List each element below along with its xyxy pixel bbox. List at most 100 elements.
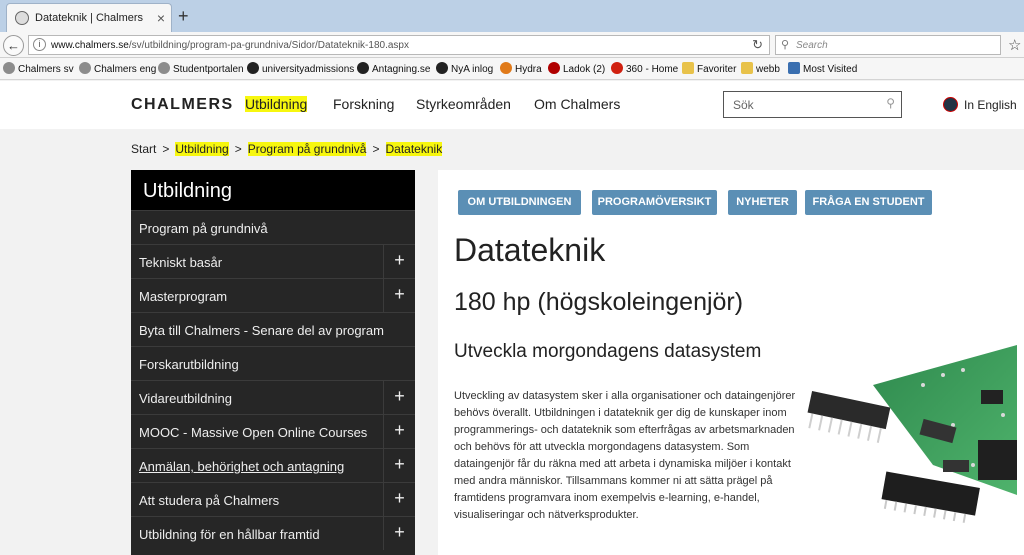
bookmark-icon	[158, 62, 170, 74]
folder-icon	[741, 62, 753, 74]
language-label: In English	[964, 98, 1017, 112]
close-tab-icon[interactable]: ×	[157, 10, 165, 26]
address-bar[interactable]: i www.chalmers.se/sv/utbildning/program-…	[28, 35, 770, 55]
bookmark-icon	[436, 62, 448, 74]
tab-programoversikt[interactable]: PROGRAMÖVERSIKT	[592, 190, 717, 215]
breadcrumb: Start > Utbildning > Program på grundnivå > Da…	[131, 142, 443, 156]
page-title: Datateknik	[454, 232, 606, 268]
site-header: CHALMERS Utbildning Forskning Styrkeområ…	[0, 81, 1024, 129]
breadcrumb-start[interactable]: Start	[131, 142, 156, 156]
sidebar-item-label: Forskarutbildning	[139, 357, 239, 372]
bookmark-icon	[247, 62, 259, 74]
bookmark-item[interactable]: Studentportalen	[158, 62, 244, 75]
sidebar-item-label: Att studera på Chalmers	[139, 493, 280, 508]
sidebar-item-hallbar-framtid[interactable]: Utbildning för en hållbar framtid +	[131, 516, 415, 550]
url-path: /sv/utbildning/program-pa-grundniva/Sido…	[128, 40, 409, 51]
bookmark-item[interactable]: 360 - Home	[611, 62, 678, 75]
search-icon[interactable]: ⚲	[886, 96, 895, 110]
expand-plus-icon[interactable]: +	[383, 449, 415, 482]
bookmark-icon	[788, 62, 800, 74]
site-search-input[interactable]: Sök ⚲	[723, 91, 902, 118]
folder-icon	[682, 62, 694, 74]
sidebar-item-anmalan[interactable]: Anmälan, behörighet och antagning +	[131, 448, 415, 482]
browser-tab[interactable]: Datateknik | Chalmers ×	[6, 3, 172, 32]
bookmark-icon	[548, 62, 560, 74]
sidebar-item-vidareutbildning[interactable]: Vidareutbildning +	[131, 380, 415, 414]
breadcrumb-chevron-icon: >	[162, 142, 170, 156]
breadcrumb-chevron-icon: >	[234, 142, 242, 156]
breadcrumb-datateknik[interactable]: Datateknik	[385, 142, 443, 156]
reload-icon[interactable]: ↻	[752, 37, 763, 53]
expand-plus-icon[interactable]: +	[383, 517, 415, 550]
bookmark-item[interactable]: webb	[741, 62, 780, 75]
sidebar-item-mooc[interactable]: MOOC - Massive Open Online Courses +	[131, 414, 415, 448]
uk-flag-icon	[943, 97, 958, 112]
bookmark-item[interactable]: NyA inlog	[436, 62, 493, 75]
tab-nyheter[interactable]: NYHETER	[728, 190, 797, 215]
sidebar-item-label: Anmälan, behörighet och antagning	[139, 459, 345, 474]
sidebar-item-program-grundniva[interactable]: Program på grundnivå	[131, 210, 415, 244]
bookmark-star-icon[interactable]: ☆	[1008, 36, 1021, 54]
nav-om-chalmers[interactable]: Om Chalmers	[534, 96, 620, 112]
breadcrumb-utbildning[interactable]: Utbildning	[175, 142, 229, 156]
bookmark-icon	[500, 62, 512, 74]
bookmark-icon	[611, 62, 623, 74]
sidebar-item-forskarutbildning[interactable]: Forskarutbildning	[131, 346, 415, 380]
expand-plus-icon[interactable]: +	[383, 415, 415, 448]
bookmark-label: NyA inlog	[451, 64, 494, 75]
bookmark-item[interactable]: Most Visited	[788, 62, 857, 75]
back-button[interactable]: ←	[3, 35, 24, 56]
main-content: OM UTBILDNINGEN PROGRAMÖVERSIKT NYHETER …	[438, 170, 1024, 555]
bookmark-item[interactable]: Ladok (2)	[548, 62, 605, 75]
bookmarks-bar: Chalmers sv Chalmers eng Studentportalen…	[0, 58, 1024, 80]
browser-nav-bar: ← i www.chalmers.se/sv/utbildning/progra…	[0, 32, 1024, 58]
bookmark-label: Studentportalen	[173, 64, 244, 75]
expand-plus-icon[interactable]: +	[383, 279, 415, 312]
bookmark-icon	[3, 62, 15, 74]
language-switch[interactable]: In English	[943, 97, 1017, 112]
expand-plus-icon[interactable]: +	[383, 483, 415, 516]
tab-om-utbildningen[interactable]: OM UTBILDNINGEN	[458, 190, 581, 215]
sidebar: Utbildning Program på grundnivå Tekniskt…	[131, 170, 415, 555]
site-search-placeholder: Sök	[733, 98, 754, 112]
search-icon: ⚲	[781, 39, 790, 51]
circuit-board-image	[803, 345, 1017, 555]
bookmark-item[interactable]: universityadmissions	[247, 62, 354, 75]
body-paragraph: Utveckling av datasystem sker i alla org…	[454, 390, 796, 521]
chalmers-favicon-icon	[15, 11, 29, 25]
browser-search-input[interactable]: ⚲ Search	[775, 35, 1001, 55]
bookmark-label: universityadmissions	[262, 64, 355, 75]
sidebar-item-label: Vidareutbildning	[139, 391, 232, 406]
sidebar-item-att-studera[interactable]: Att studera på Chalmers +	[131, 482, 415, 516]
sidebar-heading: Utbildning	[131, 170, 415, 210]
bookmark-label: Most Visited	[803, 64, 858, 75]
sidebar-item-masterprogram[interactable]: Masterprogram +	[131, 278, 415, 312]
url-host: www.chalmers.se	[51, 40, 129, 51]
browser-tab-bar: Datateknik | Chalmers × +	[0, 0, 1024, 32]
bookmark-label: Chalmers sv	[18, 64, 74, 75]
bookmark-item[interactable]: Chalmers sv	[3, 62, 74, 75]
bookmark-item[interactable]: Favoriter	[682, 62, 736, 75]
sidebar-item-tekniskt-basar[interactable]: Tekniskt basår +	[131, 244, 415, 278]
new-tab-button[interactable]: +	[178, 6, 189, 27]
bookmark-label: Hydra	[515, 64, 542, 75]
tab-fraga-en-student[interactable]: FRÅGA EN STUDENT	[805, 190, 932, 215]
nav-utbildning[interactable]: Utbildning	[245, 96, 308, 112]
bookmark-item[interactable]: Antagning.se	[357, 62, 430, 75]
nav-styrkeomraden[interactable]: Styrkeområden	[416, 96, 511, 112]
address-url: www.chalmers.se/sv/utbildning/program-pa…	[51, 40, 409, 51]
bookmark-item[interactable]: Chalmers eng	[79, 62, 156, 75]
chalmers-logo[interactable]: CHALMERS	[131, 96, 234, 114]
expand-plus-icon[interactable]: +	[383, 245, 415, 278]
bookmark-icon	[357, 62, 369, 74]
nav-forskning[interactable]: Forskning	[333, 96, 394, 112]
sidebar-item-label: Byta till Chalmers - Senare del av progr…	[139, 323, 384, 338]
sidebar-item-byta-till-chalmers[interactable]: Byta till Chalmers - Senare del av progr…	[131, 312, 415, 346]
bookmark-item[interactable]: Hydra	[500, 62, 542, 75]
sidebar-item-label: Masterprogram	[139, 289, 228, 304]
breadcrumb-program[interactable]: Program på grundnivå	[247, 142, 367, 156]
sidebar-item-label: Utbildning för en hållbar framtid	[139, 527, 320, 542]
info-icon[interactable]: i	[33, 38, 46, 51]
expand-plus-icon[interactable]: +	[383, 381, 415, 414]
sidebar-item-label: Tekniskt basår	[139, 255, 223, 270]
